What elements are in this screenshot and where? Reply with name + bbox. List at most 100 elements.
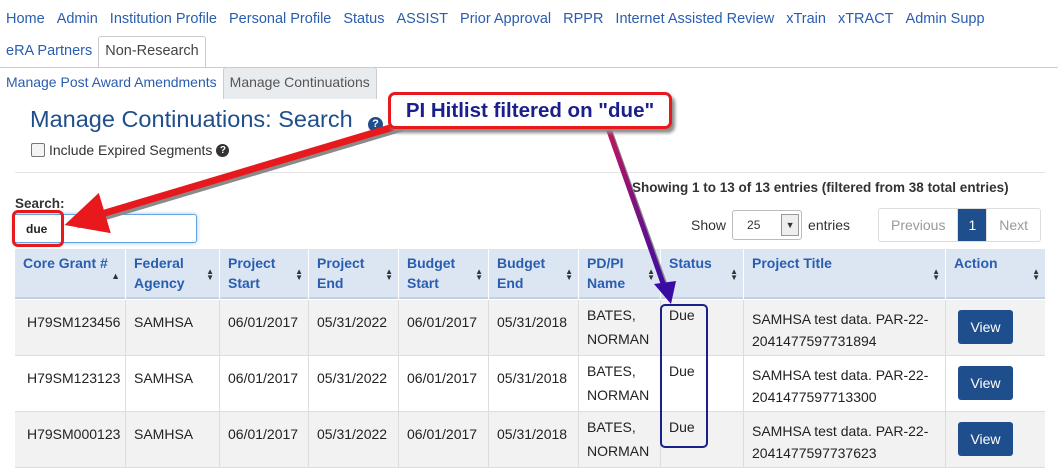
nav-home[interactable]: Home [0,4,51,34]
sort-icon[interactable]: ▲ ▼ [385,268,393,282]
nav-admin-supp[interactable]: Admin Supp [900,4,991,34]
search-label: Search: [15,196,65,211]
include-expired-checkbox[interactable] [31,143,45,157]
cell-grant: H79SM000123 [27,426,121,442]
cell-pend: 05/31/2022 [308,356,398,412]
sort-ascending-icon[interactable]: ▲ [111,272,120,281]
page-1-button[interactable]: 1 [958,209,988,241]
cell-bend: 05/31/2018 [488,412,578,468]
column-header-pd-pi-name[interactable]: PD/PI Name ▲ ▼ [578,249,660,299]
column-header-core-grant[interactable]: Core Grant # ▲ [15,249,125,299]
column-header-budget-end[interactable]: Budget End ▲ ▼ [488,249,578,299]
tab-manage-continuations[interactable]: Manage Continuations [222,67,377,99]
column-header-federal-agency[interactable]: Federal Agency ▲ ▼ [125,249,219,299]
column-header-label: Budget Start [407,255,456,291]
show-label: Show [691,217,727,233]
cell-pi: BATES, NORMAN [578,412,660,468]
next-button[interactable]: Next [987,209,1040,241]
cell-bstart: 06/01/2017 [398,356,488,412]
include-expired-label: Include Expired Segments [49,142,213,158]
column-header-label: PD/PI Name [587,255,626,291]
arrow-to-search [64,121,401,234]
nav-era-partners[interactable]: eRA Partners [0,36,98,68]
table-row: H79SM000123 SAMHSA 06/01/2017 05/31/2022 06/… [15,412,1045,468]
cell-pend: 05/31/2022 [308,412,398,468]
column-header-status[interactable]: Status ▲ ▼ [660,249,743,299]
cell-action: View [945,412,1045,468]
column-header-label: Federal Agency [134,255,185,291]
view-button[interactable]: View [958,366,1013,400]
search-highlight [12,210,64,247]
previous-button[interactable]: Previous [879,209,959,241]
cell-agency: SAMHSA [125,412,219,468]
column-header-label: Action [954,255,998,271]
annotation-callout: PI Hitlist filtered on "due" [388,92,672,129]
help-icon[interactable]: ? [216,143,230,157]
cell-action: View [945,356,1045,412]
tab-manage-post-award-amendments[interactable]: Manage Post Award Amendments [0,67,223,99]
help-icon[interactable]: ? [368,117,383,132]
cell-bstart: 06/01/2017 [398,412,488,468]
nav-institution-profile[interactable]: Institution Profile [104,4,223,34]
column-header-budget-start[interactable]: Budget Start ▲ ▼ [398,249,488,299]
cell-pi: BATES, NORMAN [578,300,660,356]
view-button[interactable]: View [958,310,1013,344]
sort-icon[interactable]: ▲ ▼ [206,268,214,282]
nav-prior-approval[interactable]: Prior Approval [454,4,557,34]
sort-icon[interactable]: ▲ ▼ [295,268,303,282]
column-header-label: Project Title [752,255,832,271]
sort-icon[interactable]: ▲ ▼ [932,268,940,282]
nav-non-research[interactable]: Non-Research [98,36,206,68]
top-nav: Home Admin Institution Profile Personal Pro… [0,0,1058,68]
entries-label: entries [808,217,851,233]
cell-pi: BATES, NORMAN [578,356,660,412]
column-header-project-title[interactable]: Project Title ▲ ▼ [743,249,945,299]
table-info: Showing 1 to 13 of 13 entries (filtered … [632,180,1009,195]
nav-xtrain[interactable]: xTrain [780,4,832,34]
nav-rppr[interactable]: RPPR [557,4,609,34]
cell-title: SAMHSA test data. PAR-22-204147759773189… [743,300,945,356]
cell-title: SAMHSA test data. PAR-22-204147759771330… [743,356,945,412]
sort-icon[interactable]: ▲ ▼ [1032,268,1040,282]
sort-icon[interactable]: ▲ ▼ [565,268,573,282]
cell-pend: 05/31/2022 [308,300,398,356]
top-nav-row-1: Home Admin Institution Profile Personal Pro… [0,4,991,34]
cell-grant: H79SM123456 [27,314,121,330]
cell-bend: 05/31/2018 [488,300,578,356]
page-length-value: 25 [747,218,761,232]
cell-action: View [945,300,1045,356]
column-header-action[interactable]: Action ▲ ▼ [945,249,1045,299]
column-header-project-start[interactable]: Project Start ▲ ▼ [219,249,308,299]
chevron-down-icon: ▼ [781,214,800,236]
nav-assist[interactable]: ASSIST [390,4,454,34]
column-header-label: Project Start [228,255,276,291]
view-button[interactable]: View [958,422,1013,456]
divider [15,172,1045,173]
cell-title: SAMHSA test data. PAR-22-204147759773762… [743,412,945,468]
column-header-project-end[interactable]: Project End ▲ ▼ [308,249,398,299]
column-header-label: Budget End [497,255,546,291]
nav-xtract[interactable]: xTRACT [832,4,900,34]
sort-icon[interactable]: ▲ ▼ [475,268,483,282]
nav-internet-assisted-review[interactable]: Internet Assisted Review [609,4,780,34]
status-highlight [660,304,708,448]
sort-icon[interactable]: ▲ ▼ [730,268,738,282]
top-nav-row-2: eRA Partners Non-Research [0,36,206,68]
page-length-select[interactable]: 25 ▼ [732,210,803,240]
include-expired-option[interactable]: Include Expired Segments ? [31,142,230,158]
column-header-label: Project End [317,255,365,291]
cell-bend: 05/31/2018 [488,356,578,412]
column-header-label: Status [669,255,712,271]
sort-icon[interactable]: ▲ ▼ [647,268,655,282]
page-title: Manage Continuations: Search [30,106,353,132]
table-row: H79SM123123 SAMHSA 06/01/2017 05/31/2022 06/… [15,356,1045,412]
cell-agency: SAMHSA [125,356,219,412]
table-header: Core Grant # ▲ Federal Agency ▲ ▼ Project Sta… [15,249,1045,299]
nav-admin[interactable]: Admin [51,4,104,34]
table-row: H79SM123456 SAMHSA 06/01/2017 05/31/2022 06/… [15,300,1045,356]
nav-personal-profile[interactable]: Personal Profile [223,4,337,34]
page-length-control: Show 25 ▼ entries [691,210,850,240]
cell-bstart: 06/01/2017 [398,300,488,356]
nav-status[interactable]: Status [337,4,390,34]
cell-pstart: 06/01/2017 [219,412,308,468]
